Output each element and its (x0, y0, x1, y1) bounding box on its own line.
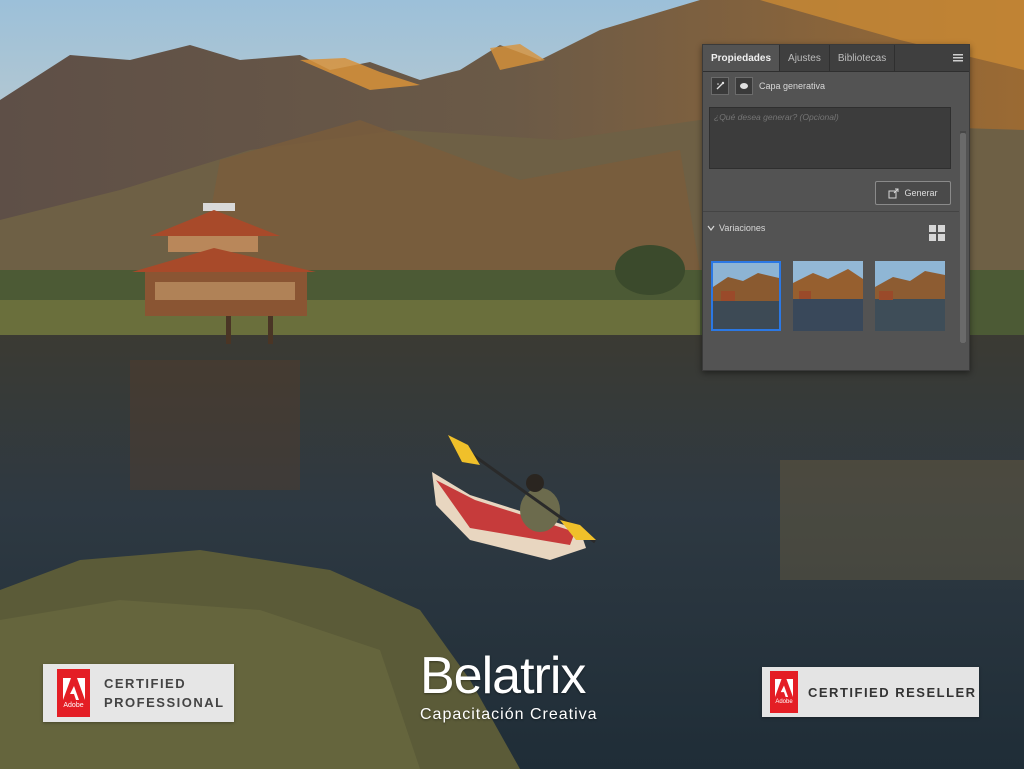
mask-icon (735, 77, 753, 95)
variations-label: Variaciones (719, 223, 766, 233)
divider (703, 211, 959, 212)
badge-line2: PROFESSIONAL (104, 695, 225, 710)
layer-type-row: Capa generativa (703, 72, 969, 100)
generate-button[interactable]: Generar (875, 181, 951, 205)
adobe-logo: Adobe (57, 669, 90, 717)
adobe-logo-text: Adobe (63, 701, 84, 709)
reseller-text: CERTIFIED RESELLER (808, 684, 977, 700)
variation-thumbnail-3[interactable] (875, 261, 945, 331)
grid-view-icon[interactable] (929, 225, 945, 241)
brand-logo: Belatrix Capacitación Creativa (420, 648, 598, 724)
chevron-down-icon (707, 225, 715, 231)
certified-professional-badge: Adobe CERTIFIED PROFESSIONAL (43, 664, 234, 722)
tab-properties[interactable]: Propiedades (703, 45, 781, 71)
adobe-logo: Adobe (770, 671, 798, 713)
variation-thumbnail-2[interactable] (793, 261, 863, 331)
brand-tagline: Capacitación Creativa (420, 706, 598, 723)
generate-icon (888, 188, 899, 198)
variations-header[interactable]: Variaciones (707, 223, 765, 233)
adobe-logo-text: Adobe (775, 699, 793, 705)
panel-scrollbar[interactable] (960, 131, 966, 343)
tab-adjustments[interactable]: Ajustes (780, 45, 830, 71)
variation-thumbnail-1[interactable] (711, 261, 781, 331)
layer-name-label: Capa generativa (759, 81, 826, 91)
panel-tabs: Propiedades Ajustes Bibliotecas (703, 45, 969, 72)
generative-fill-icon (711, 77, 729, 95)
prompt-input[interactable] (709, 107, 951, 169)
generate-label: Generar (904, 188, 938, 198)
certified-reseller-badge: Adobe CERTIFIED RESELLER (762, 667, 979, 717)
badge-line1: CERTIFIED (104, 676, 187, 691)
brand-name: Belatrix (420, 647, 586, 705)
panel-menu-icon[interactable] (947, 45, 969, 71)
properties-panel: Propiedades Ajustes Bibliotecas Capa gen… (702, 44, 970, 371)
tab-libraries[interactable]: Bibliotecas (830, 45, 896, 71)
